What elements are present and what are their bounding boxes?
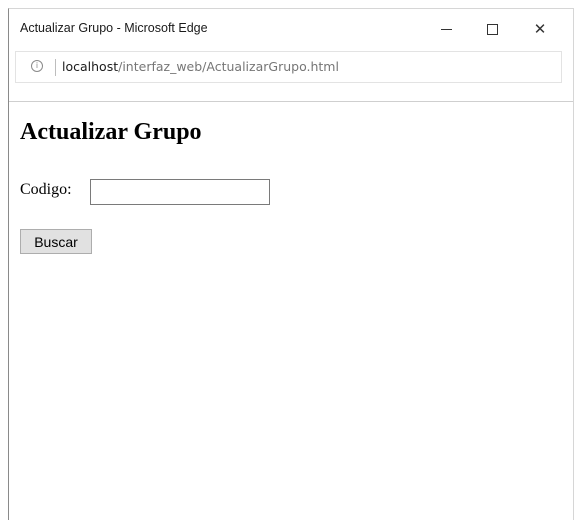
close-icon: ✕ [533,20,547,38]
address-bar[interactable]: i localhost/interfaz_web/ActualizarGrupo… [15,51,562,83]
minimize-button[interactable] [423,9,469,49]
url-text[interactable]: localhost/interfaz_web/ActualizarGrupo.h… [62,59,339,74]
codigo-input[interactable] [90,179,270,205]
browser-window: Actualizar Grupo - Microsoft Edge ✕ i lo… [8,8,574,520]
window-title: Actualizar Grupo - Microsoft Edge [20,21,208,35]
url-path: /interfaz_web/ActualizarGrupo.html [118,59,339,74]
url-host: localhost [62,59,119,74]
codigo-label: Codigo: [20,181,72,198]
maximize-icon [486,23,498,35]
minimize-icon [440,28,452,30]
page-content: Actualizar Grupo Codigo: Buscar [9,102,573,520]
info-icon[interactable]: i [31,60,43,72]
buscar-button[interactable]: Buscar [20,229,92,254]
address-bar-divider [55,59,56,76]
maximize-button[interactable] [469,9,515,49]
title-bar[interactable]: Actualizar Grupo - Microsoft Edge ✕ [9,9,573,49]
close-button[interactable]: ✕ [517,9,563,49]
page-title: Actualizar Grupo [20,119,202,145]
